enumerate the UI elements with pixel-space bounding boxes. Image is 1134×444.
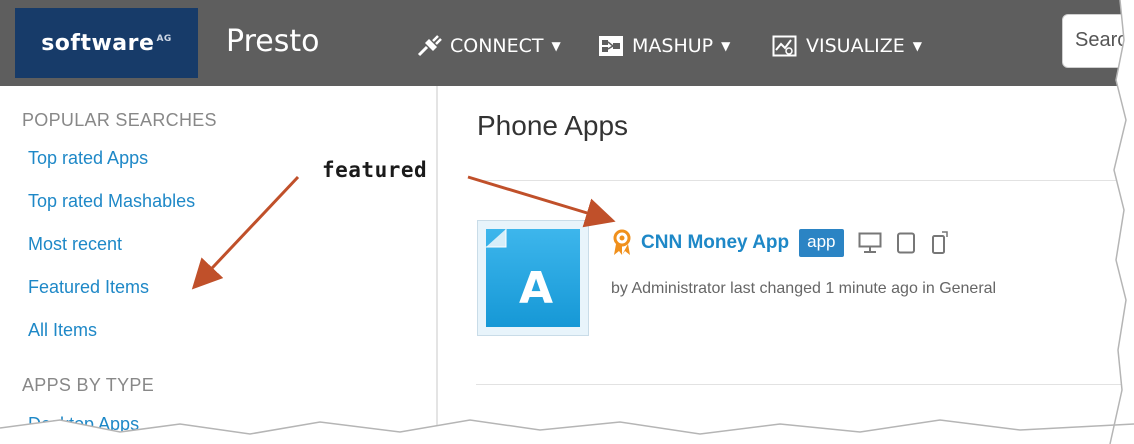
arrow-to-featured-items: [191, 175, 300, 290]
annotation-arrows: [0, 0, 1134, 444]
arrow-to-featured-app: [467, 175, 616, 228]
